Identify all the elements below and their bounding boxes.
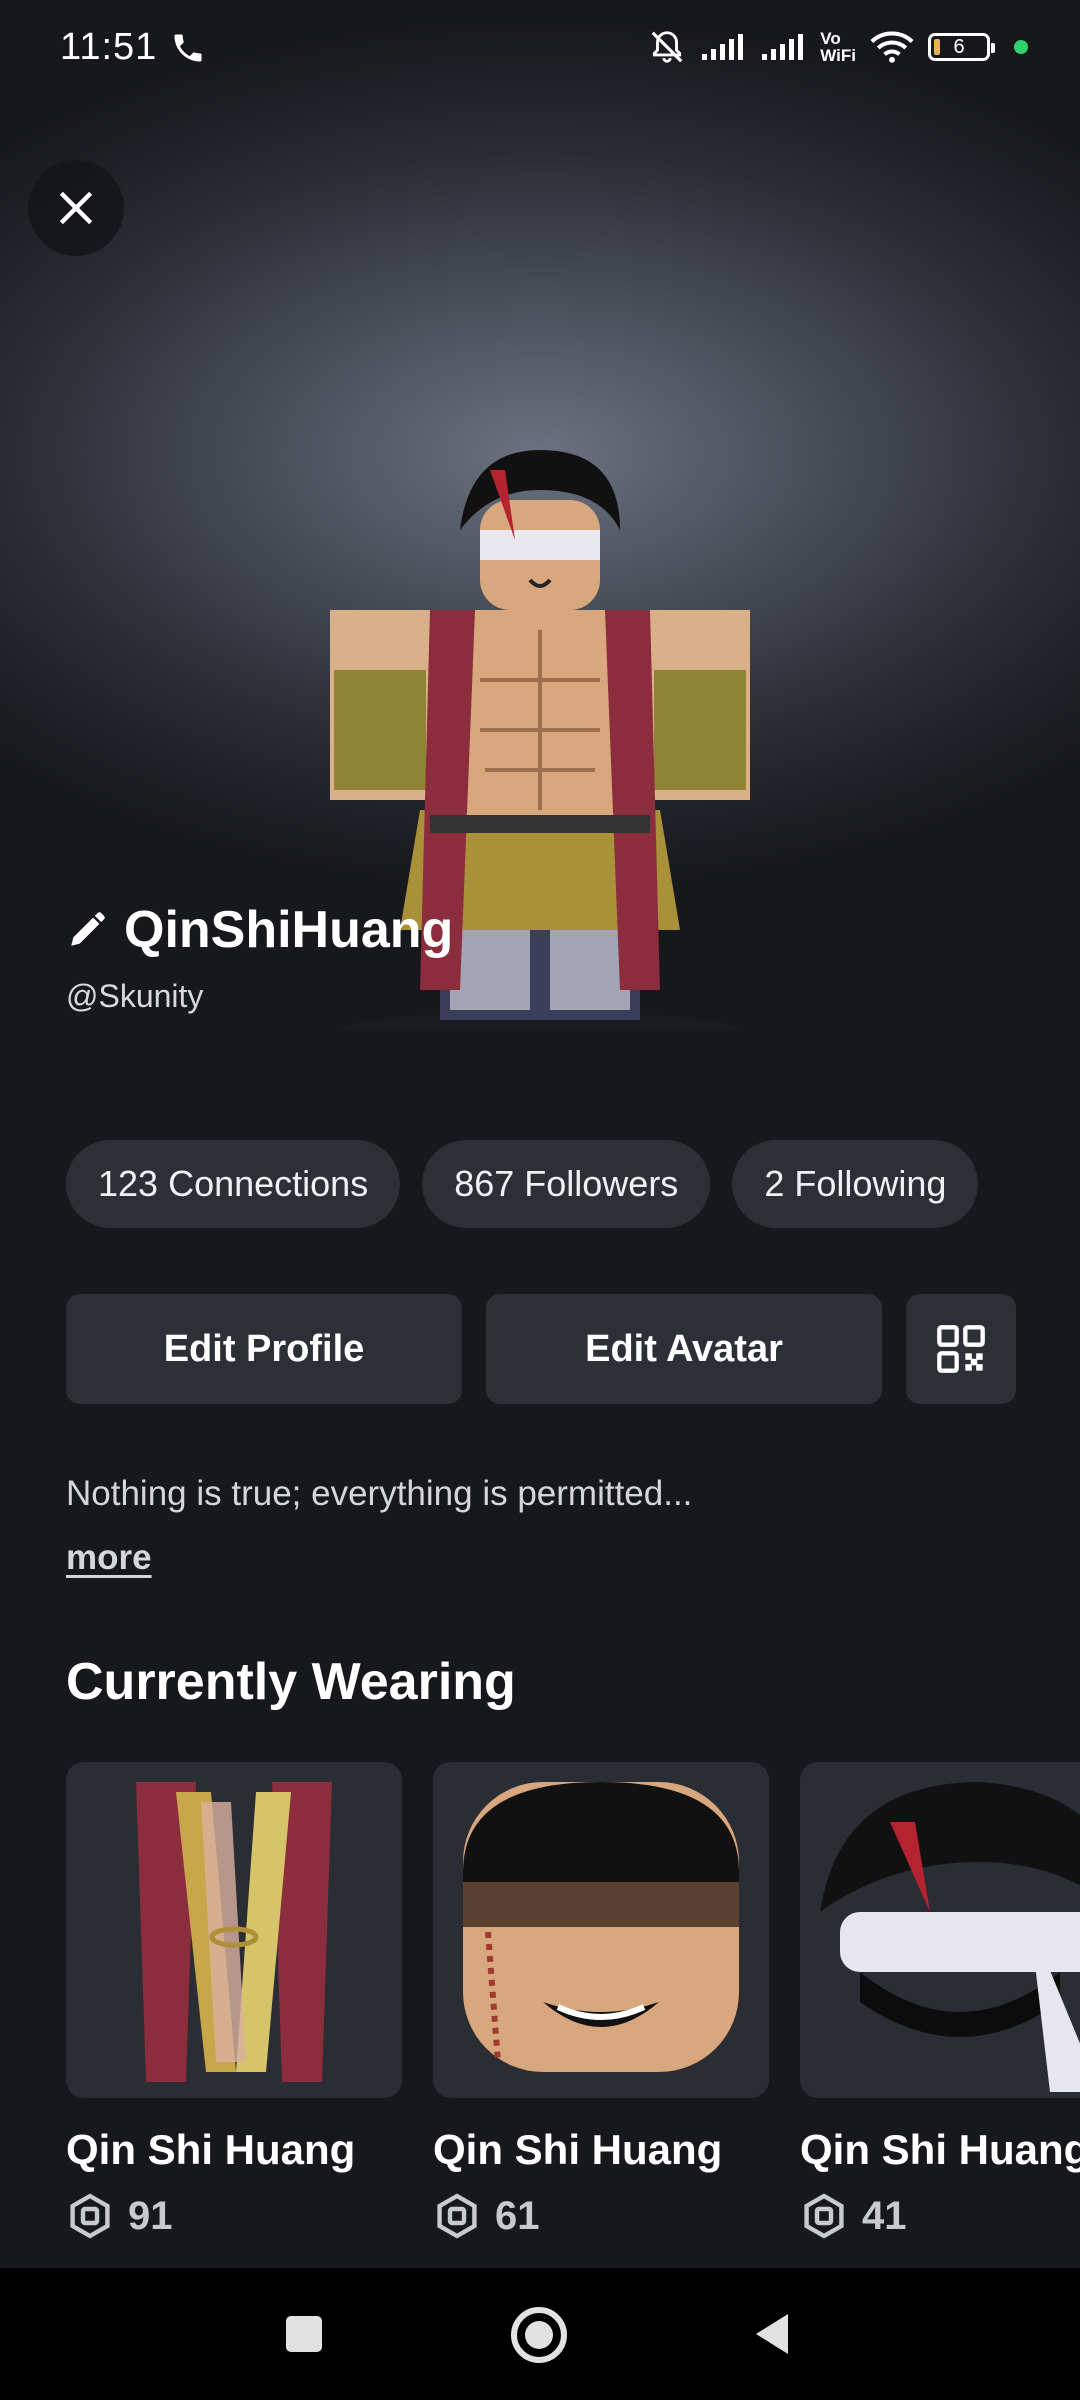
edit-profile-button[interactable]: Edit Profile xyxy=(66,1294,462,1404)
recents-icon[interactable] xyxy=(282,2304,326,2364)
vowifi-indicator: Vo WiFi xyxy=(820,30,856,64)
stats-row: 123 Connections 867 Followers 2 Followin… xyxy=(66,1140,979,1228)
display-name: QinShiHuang xyxy=(124,901,454,959)
close-button[interactable] xyxy=(28,160,124,256)
qr-code-icon xyxy=(937,1325,985,1373)
robux-icon xyxy=(804,2193,844,2239)
edit-avatar-button[interactable]: Edit Avatar xyxy=(486,1294,882,1404)
currently-wearing-list: Qin Shi Huang 91 Qin Shi Huang 61 Qin Sh… xyxy=(66,1762,1080,2262)
signal-icon xyxy=(702,34,744,60)
wearing-item[interactable]: Qin Shi Huang 91 xyxy=(66,1762,402,2240)
item-price: 61 xyxy=(433,2192,769,2240)
more-link[interactable]: more xyxy=(66,1538,152,1578)
hair-image xyxy=(820,1782,1080,2092)
item-price: 41 xyxy=(800,2192,1080,2240)
mute-bell-icon xyxy=(651,31,683,63)
item-price-value: 91 xyxy=(128,2193,173,2238)
system-nav-bar xyxy=(0,2268,1080,2400)
following-button[interactable]: 2 Following xyxy=(732,1140,979,1228)
bio-text: Nothing is true; everything is permitted… xyxy=(66,1474,693,1513)
face-image xyxy=(463,1782,739,2072)
vowifi-line2: WiFi xyxy=(820,46,856,65)
connections-button[interactable]: 123 Connections xyxy=(66,1140,401,1228)
status-bar: 11:51 Vo WiFi 6 xyxy=(0,0,1080,100)
back-icon[interactable] xyxy=(750,2304,794,2364)
followers-button[interactable]: 867 Followers xyxy=(422,1140,711,1228)
item-name: Qin Shi Huang xyxy=(800,2126,1080,2173)
robux-icon xyxy=(70,2193,110,2239)
privacy-dot xyxy=(1014,40,1028,54)
vest-image xyxy=(136,1782,332,2082)
phone-icon xyxy=(174,34,202,62)
close-icon xyxy=(59,191,93,225)
wearing-item[interactable]: Qin Shi Huang 61 xyxy=(433,1762,769,2240)
username: @Skunity xyxy=(66,978,204,1014)
battery-level: 6 xyxy=(953,35,965,58)
wearing-item[interactable]: Qin Shi Huang 41 xyxy=(800,1762,1080,2240)
display-name-row[interactable]: QinShiHuang xyxy=(66,900,453,960)
profile-actions: Edit Profile Edit Avatar xyxy=(66,1294,1016,1404)
signal-icon xyxy=(762,34,804,60)
home-icon[interactable] xyxy=(508,2304,570,2366)
item-thumbnail xyxy=(433,1762,769,2098)
item-price: 91 xyxy=(66,2192,402,2240)
item-price-value: 61 xyxy=(495,2193,540,2238)
pencil-icon[interactable] xyxy=(66,909,108,951)
item-thumbnail xyxy=(66,1762,402,2098)
status-time: 11:51 xyxy=(60,26,158,68)
battery-icon: 6 xyxy=(928,33,995,61)
qr-code-button[interactable] xyxy=(906,1294,1016,1404)
vowifi-line1: Vo xyxy=(820,29,841,48)
robux-icon xyxy=(437,2193,477,2239)
wifi-icon xyxy=(870,31,914,63)
item-name: Qin Shi Huang xyxy=(433,2126,723,2173)
currently-wearing-title: Currently Wearing xyxy=(66,1653,516,1711)
item-name: Qin Shi Huang xyxy=(66,2126,356,2173)
item-price-value: 41 xyxy=(862,2193,907,2238)
item-thumbnail xyxy=(800,1762,1080,2098)
